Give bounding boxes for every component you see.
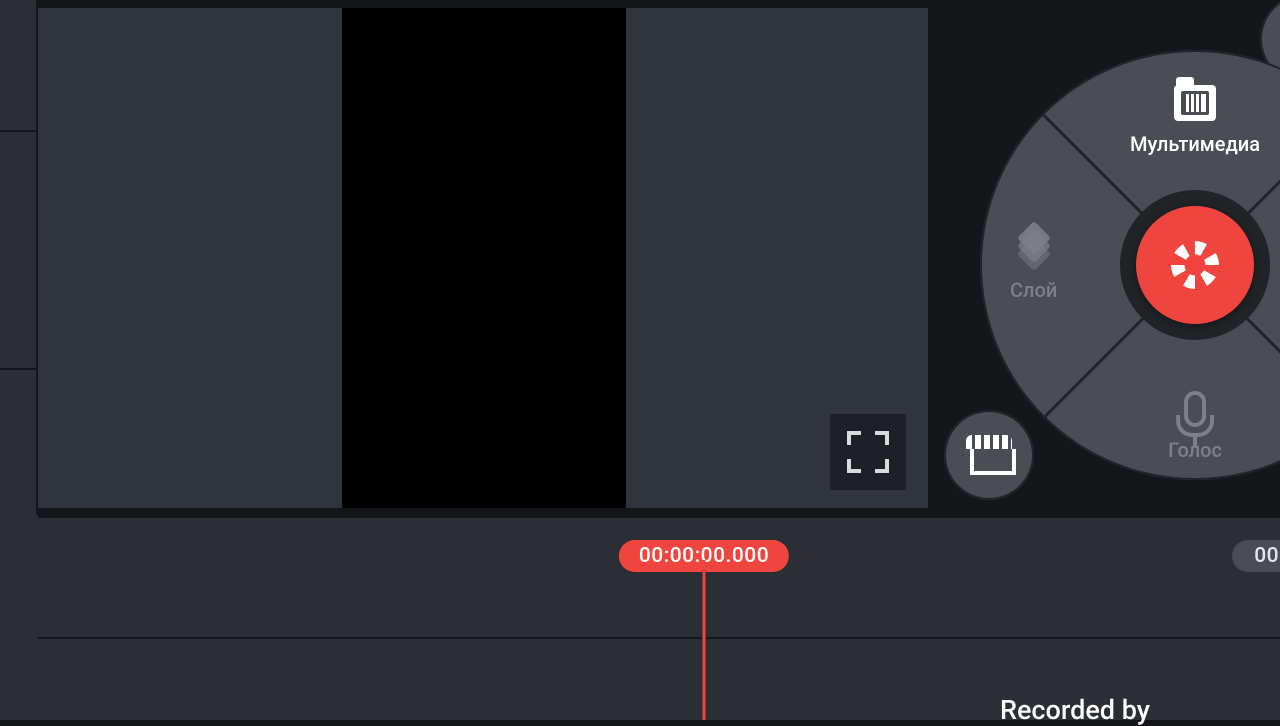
store-icon [966,435,1012,475]
duration-text: 00:00 [1254,544,1280,568]
wheel-layer-button[interactable]: Слой [1010,228,1057,302]
timeline-top-border [38,515,1280,518]
wheel-media-label: Мультимедиа [1130,132,1260,156]
wheel-voice-button[interactable]: Голос [1168,388,1222,462]
wheel-layer-label: Слой [1010,278,1057,302]
preview-letterbox-left [38,8,340,508]
strip-divider [0,368,36,370]
strip-divider [0,130,36,132]
capture-button[interactable] [1136,206,1254,324]
playhead-line[interactable] [703,560,706,720]
shutter-icon [1171,241,1219,289]
preview-canvas[interactable] [342,8,626,508]
watermark-text: Recorded by [1000,694,1150,726]
asset-store-button[interactable] [944,410,1034,500]
media-folder-icon [1174,82,1216,124]
layers-icon [1013,228,1055,270]
track-divider [38,637,1280,639]
media-wheel: Мультимедиа Слой ♪ Ауд Голос [980,50,1280,480]
microphone-icon [1174,388,1216,430]
fullscreen-icon [847,431,889,473]
fullscreen-button[interactable] [830,414,906,490]
preview-panel [38,8,928,508]
duration-pill: 00:00 [1232,540,1280,572]
wheel-media-button[interactable]: Мультимедиа [1130,82,1260,156]
